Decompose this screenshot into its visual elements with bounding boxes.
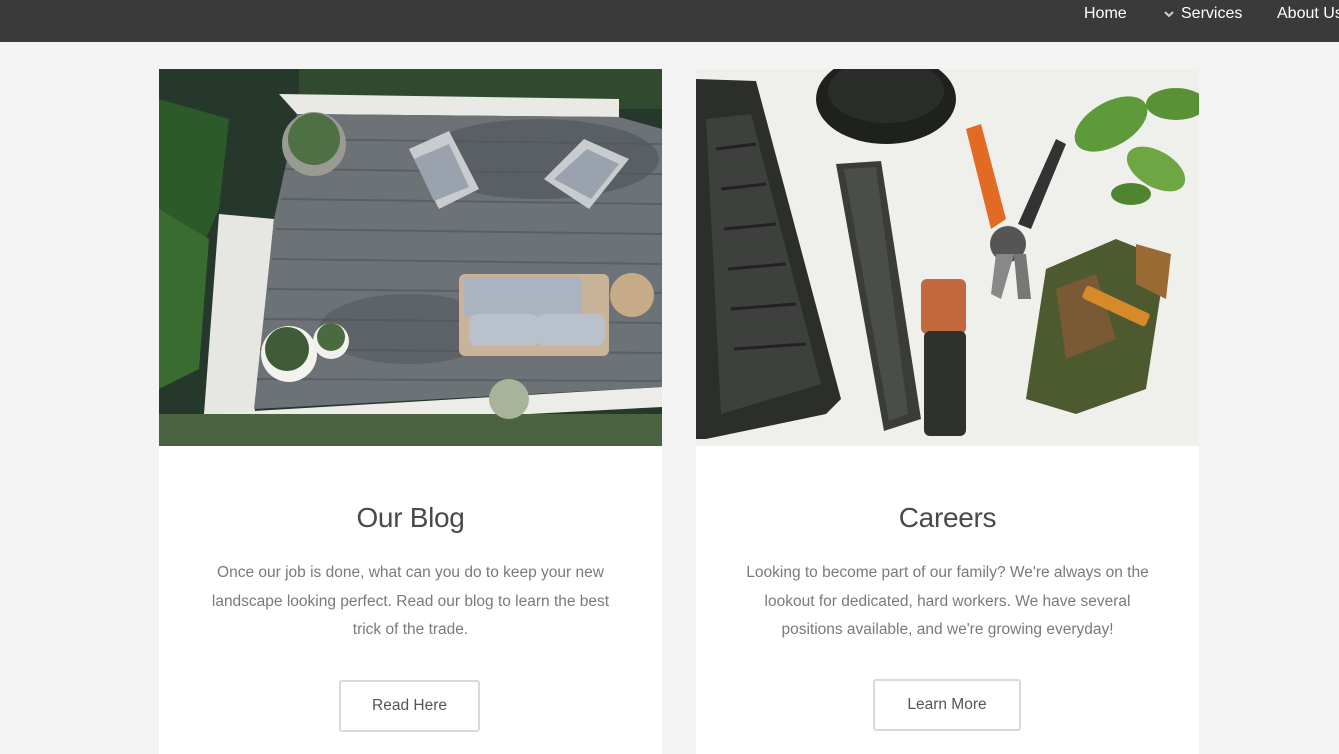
nav-services-link[interactable]: Services [1163,4,1242,24]
learn-more-button[interactable]: Learn More [873,679,1021,731]
chevron-down-icon[interactable] [1163,6,1175,18]
garden-tools-photo [696,69,1199,446]
read-here-button[interactable]: Read Here [339,680,480,732]
top-navigation-bar: Home Services About Us [0,0,1339,42]
blog-card-title: Our Blog [356,502,465,533]
patio-deck-photo [159,69,662,446]
careers-card-title: Careers [898,502,997,533]
careers-card: Careers Looking to become part of our fa… [696,69,1199,754]
blog-card-description: Once our job is done, what can you do to… [211,564,610,638]
blog-card: Our Blog Once our job is done, what can … [159,69,662,754]
nav-home-link[interactable]: Home [1084,4,1127,24]
nav-about-us-link[interactable]: About Us [1277,4,1339,24]
careers-card-description: Looking to become part of our family? We… [746,564,1149,638]
nav-services-label: Services [1181,5,1243,22]
